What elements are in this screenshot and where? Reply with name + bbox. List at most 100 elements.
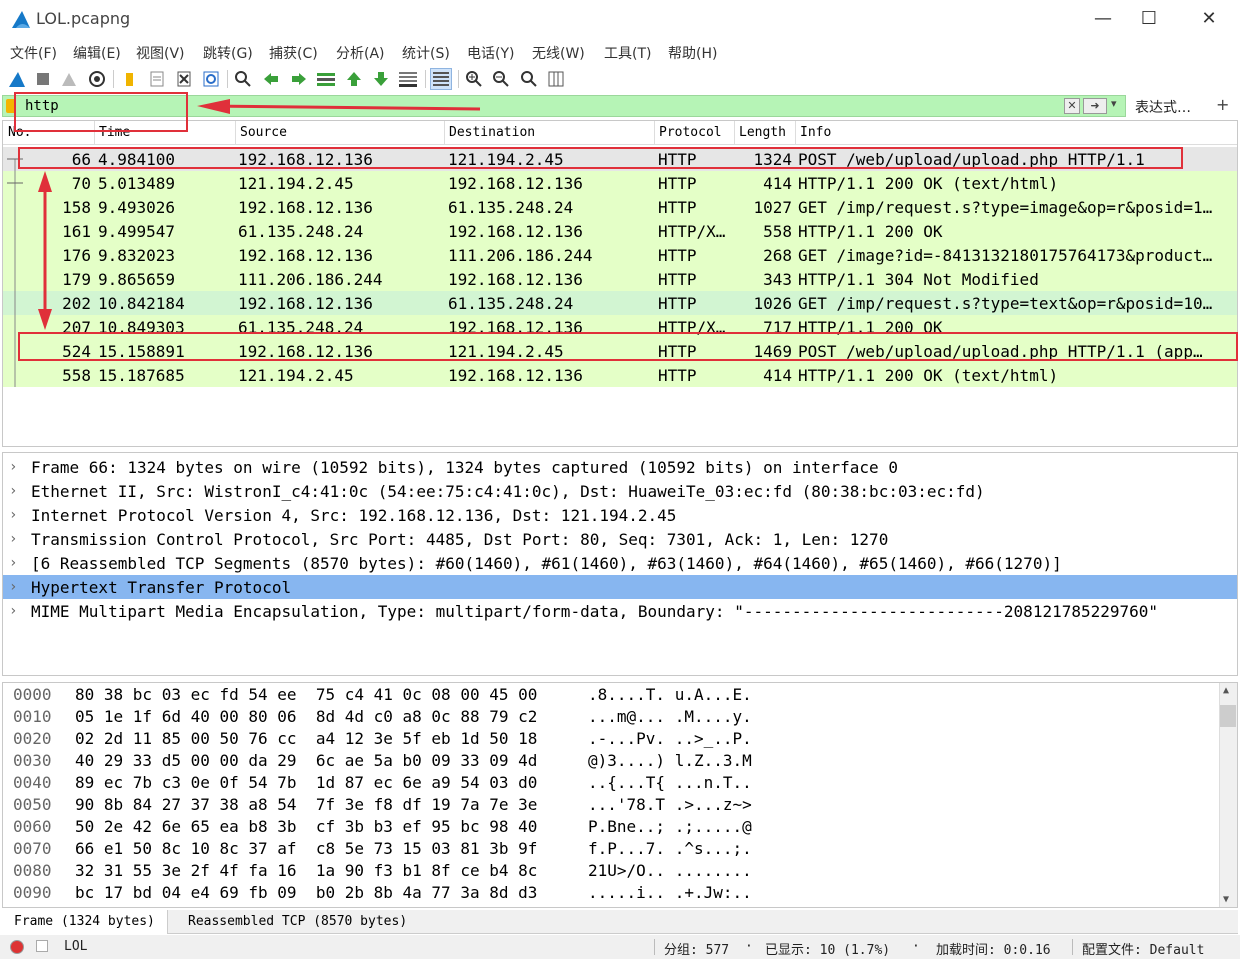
apply-filter-icon[interactable]: ➜ [1083, 98, 1107, 114]
bytes-row[interactable]: 0010 05 1e 1f 6d 40 00 80 06 8d 4d c0 a8 … [3, 707, 1203, 729]
status-profile[interactable]: 配置文件: Default [1082, 939, 1204, 958]
stop-icon[interactable] [32, 68, 54, 90]
packet-len: 1026 [753, 294, 792, 313]
expression-button[interactable]: 表达式… [1135, 97, 1191, 117]
packet-row[interactable]: 158 9.493026 192.168.12.136 61.135.248.24 HT… [3, 195, 1237, 219]
menu-help[interactable]: 帮助(H) [668, 43, 717, 63]
packet-row[interactable]: 524 15.158891 192.168.12.136 121.194.2.45 HT… [3, 339, 1237, 363]
bytes-ascii: .....i.. .+.Jw:.. [588, 883, 752, 902]
first-icon[interactable] [343, 68, 365, 90]
packet-list[interactable]: No. Time Source Destination Protocol Len… [2, 120, 1238, 447]
restart-icon[interactable] [58, 68, 80, 90]
expand-arrow-icon[interactable]: › [9, 555, 17, 571]
close-file-icon[interactable] [173, 68, 195, 90]
display-filter-input[interactable]: http [2, 95, 1126, 117]
reload-icon[interactable] [200, 68, 222, 90]
bookmark-icon[interactable] [6, 99, 16, 113]
go-to-icon[interactable] [315, 68, 337, 90]
packet-row[interactable]: 176 9.832023 192.168.12.136 111.206.186.244… [3, 243, 1237, 267]
zoom-out-icon[interactable] [490, 68, 512, 90]
expand-arrow-icon[interactable]: › [9, 483, 17, 499]
expand-arrow-icon[interactable]: › [9, 603, 17, 619]
packet-info: GET /image?id=-8413132180175764173&produ… [798, 246, 1213, 265]
menu-edit[interactable]: 编辑(E) [73, 43, 121, 63]
bytes-row[interactable]: 0000 80 38 bc 03 ec fd 54 ee 75 c4 41 0c … [3, 685, 1203, 707]
back-icon[interactable] [260, 68, 282, 90]
packet-row[interactable]: 66 4.984100 192.168.12.136 121.194.2.45 HTTP… [3, 147, 1237, 171]
column-protocol[interactable]: Protocol [659, 125, 722, 140]
tab-frame-bytes[interactable]: Frame (1324 bytes) [2, 910, 168, 934]
close-button[interactable]: ✕ [1186, 4, 1232, 34]
bytes-row[interactable]: 0070 66 e1 50 8c 10 8c 37 af c8 5e 73 15 … [3, 839, 1203, 861]
bytes-row[interactable]: 0020 02 2d 11 85 00 50 76 cc a4 12 3e 5f … [3, 729, 1203, 751]
minimize-button[interactable]: — [1080, 4, 1126, 34]
bytes-scrollbar[interactable]: ▲ ▼ [1219, 683, 1237, 907]
maximize-button[interactable]: ☐ [1126, 4, 1172, 34]
packet-details-pane[interactable]: › Frame 66: 1324 bytes on wire (10592 bit… [2, 452, 1238, 676]
add-filter-button[interactable]: + [1216, 95, 1229, 114]
last-icon[interactable] [370, 68, 392, 90]
shark-start-icon[interactable] [6, 68, 28, 90]
menu-analyze[interactable]: 分析(A) [336, 43, 385, 63]
detail-tree-item[interactable]: › Ethernet II, Src: WistronI_c4:41:0c (54… [3, 479, 1237, 503]
detail-tree-item[interactable]: › Transmission Control Protocol, Src Port… [3, 527, 1237, 551]
detail-tree-item[interactable]: › Internet Protocol Version 4, Src: 192.1… [3, 503, 1237, 527]
bytes-offset: 0010 [13, 707, 52, 726]
expand-arrow-icon[interactable]: › [9, 579, 17, 595]
zoom-in-icon[interactable] [463, 68, 485, 90]
menu-capture[interactable]: 捕获(C) [269, 43, 318, 63]
scroll-down-icon[interactable]: ▼ [1223, 894, 1229, 905]
resize-columns-icon[interactable] [545, 68, 567, 90]
packet-row[interactable]: 202 10.842184 192.168.12.136 61.135.248.24 H… [3, 291, 1237, 315]
packet-bytes-pane[interactable]: 0000 80 38 bc 03 ec fd 54 ee 75 c4 41 0c … [2, 682, 1238, 908]
scrollbar-thumb[interactable] [1220, 705, 1236, 727]
forward-icon[interactable] [288, 68, 310, 90]
packet-row[interactable]: 70 5.013489 121.194.2.45 192.168.12.136 HTTP… [3, 171, 1237, 195]
menu-file[interactable]: 文件(F) [10, 43, 57, 63]
menu-telephony[interactable]: 电话(Y) [467, 43, 514, 63]
expand-arrow-icon[interactable]: › [9, 507, 17, 523]
packet-row[interactable]: 207 10.849303 61.135.248.24 192.168.12.136 H… [3, 315, 1237, 339]
menu-statistics[interactable]: 统计(S) [402, 43, 450, 63]
scroll-up-icon[interactable]: ▲ [1223, 685, 1229, 696]
expert-info-icon[interactable] [10, 940, 24, 954]
detail-tree-item[interactable]: › MIME Multipart Media Encapsulation, Typ… [3, 599, 1237, 623]
detail-tree-item[interactable]: › Hypertext Transfer Protocol [3, 575, 1237, 599]
bytes-row[interactable]: 0030 40 29 33 d5 00 00 da 29 6c ae 5a b0 … [3, 751, 1203, 773]
expand-arrow-icon[interactable]: › [9, 459, 17, 475]
open-folder-icon[interactable] [118, 68, 140, 90]
menu-go[interactable]: 跳转(G) [203, 43, 253, 63]
menu-tools[interactable]: 工具(T) [604, 43, 651, 63]
zoom-reset-icon[interactable] [518, 68, 540, 90]
colorize-icon[interactable] [430, 68, 452, 90]
menu-view[interactable]: 视图(V) [136, 43, 185, 63]
file-icon[interactable] [146, 68, 168, 90]
bytes-row[interactable]: 0050 90 8b 84 27 37 38 a8 54 7f 3e f8 df … [3, 795, 1203, 817]
tab-reassembled-tcp[interactable]: Reassembled TCP (8570 bytes) [176, 910, 419, 934]
options-icon[interactable] [86, 68, 108, 90]
column-length[interactable]: Length [739, 125, 786, 140]
column-time[interactable]: Time [99, 125, 130, 140]
capture-comment-icon[interactable] [36, 940, 48, 952]
column-info[interactable]: Info [800, 125, 831, 140]
bytes-row[interactable]: 0090 bc 17 bd 04 e4 69 fb 09 b0 2b 8b 4a … [3, 883, 1203, 905]
detail-tree-item[interactable]: › [6 Reassembled TCP Segments (8570 bytes… [3, 551, 1237, 575]
packet-src: 192.168.12.136 [238, 150, 373, 169]
bytes-row[interactable]: 0060 50 2e 42 6e 65 ea b8 3b cf 3b b3 ef … [3, 817, 1203, 839]
expand-arrow-icon[interactable]: › [9, 531, 17, 547]
bytes-row[interactable]: 0040 89 ec 7b c3 0e 0f 54 7b 1d 87 ec 6e … [3, 773, 1203, 795]
detail-tree-item[interactable]: › Frame 66: 1324 bytes on wire (10592 bit… [3, 455, 1237, 479]
autoscroll-icon[interactable] [397, 68, 419, 90]
packet-row[interactable]: 161 9.499547 61.135.248.24 192.168.12.136 HT… [3, 219, 1237, 243]
packet-row[interactable]: 179 9.865659 111.206.186.244 192.168.12.136… [3, 267, 1237, 291]
column-no[interactable]: No. [8, 125, 31, 140]
menu-wireless[interactable]: 无线(W) [532, 43, 585, 63]
packet-src: 121.194.2.45 [238, 366, 354, 385]
bytes-row[interactable]: 0080 32 31 55 3e 2f 4f fa 16 1a 90 f3 b1 … [3, 861, 1203, 883]
column-source[interactable]: Source [240, 125, 287, 140]
column-destination[interactable]: Destination [449, 125, 535, 140]
packet-row[interactable]: 558 15.187685 121.194.2.45 192.168.12.136 HT… [3, 363, 1237, 387]
clear-filter-icon[interactable]: ✕ [1064, 98, 1080, 114]
filter-history-dropdown-icon[interactable]: ▾ [1111, 97, 1117, 110]
find-icon[interactable] [232, 68, 254, 90]
